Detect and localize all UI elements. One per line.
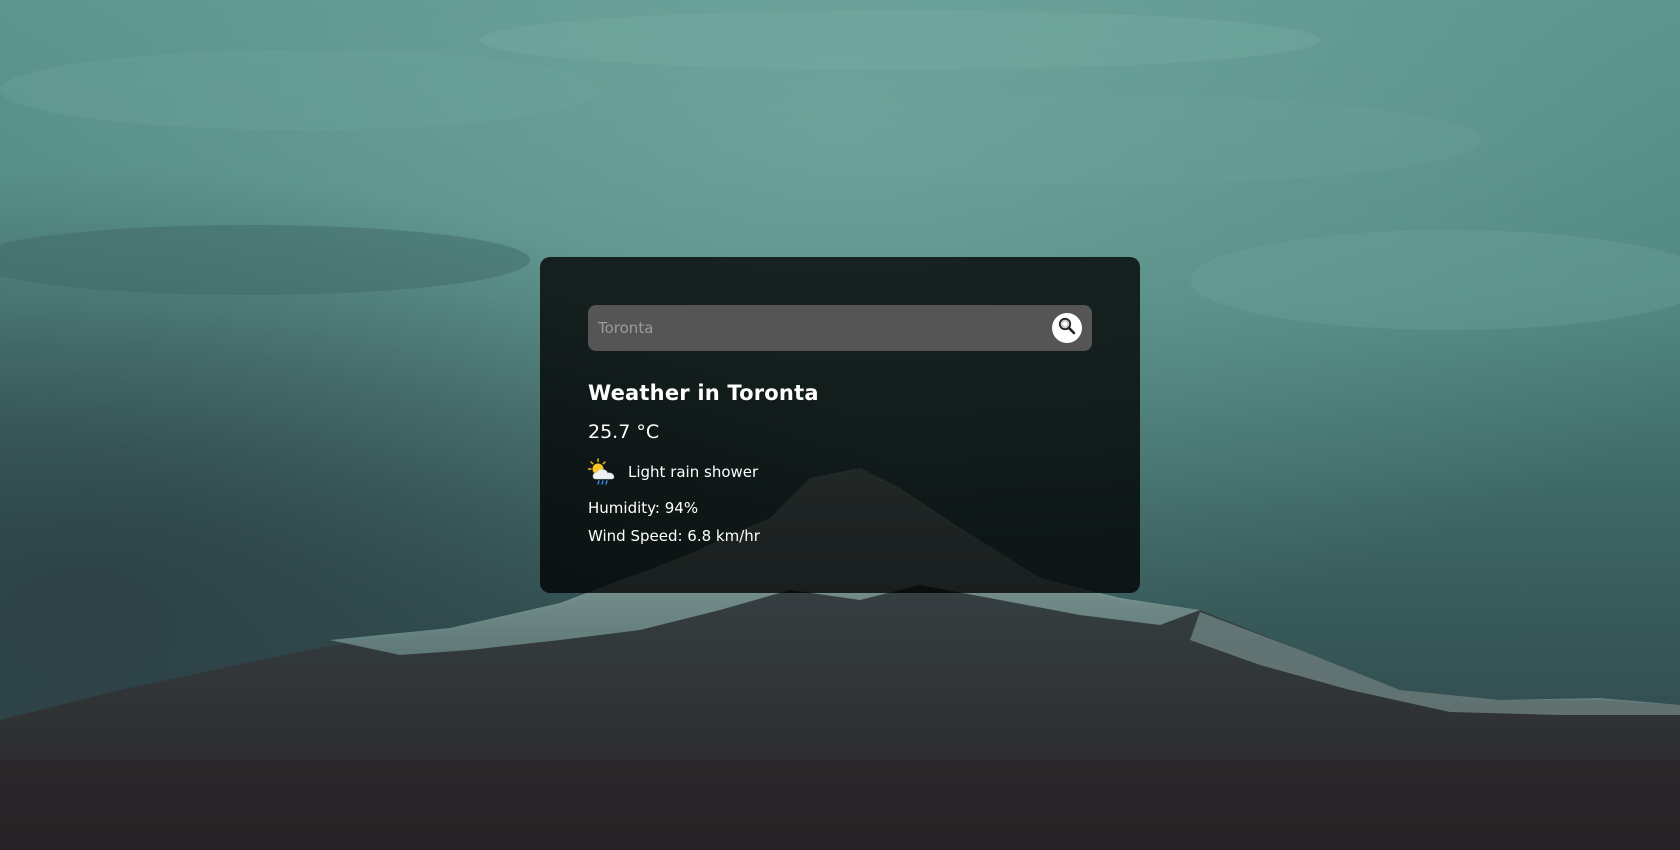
search-bar (588, 305, 1092, 351)
search-button[interactable] (1052, 313, 1082, 343)
sun-behind-rain-cloud-icon (587, 458, 618, 486)
wind-speed: Wind Speed: 6.8 km/hr (588, 527, 760, 545)
weather-condition: Light rain shower (587, 458, 1092, 486)
weather-description: Light rain shower (628, 463, 759, 481)
city-search-input[interactable] (598, 305, 1052, 351)
temperature: 25.7 °C (588, 421, 660, 443)
weather-title: Weather in Toronta (588, 381, 819, 405)
humidity: Humidity: 94% (588, 499, 699, 517)
search-icon (1057, 316, 1077, 340)
weather-card: Weather in Toronta 25.7 °C Light ra (540, 257, 1140, 593)
